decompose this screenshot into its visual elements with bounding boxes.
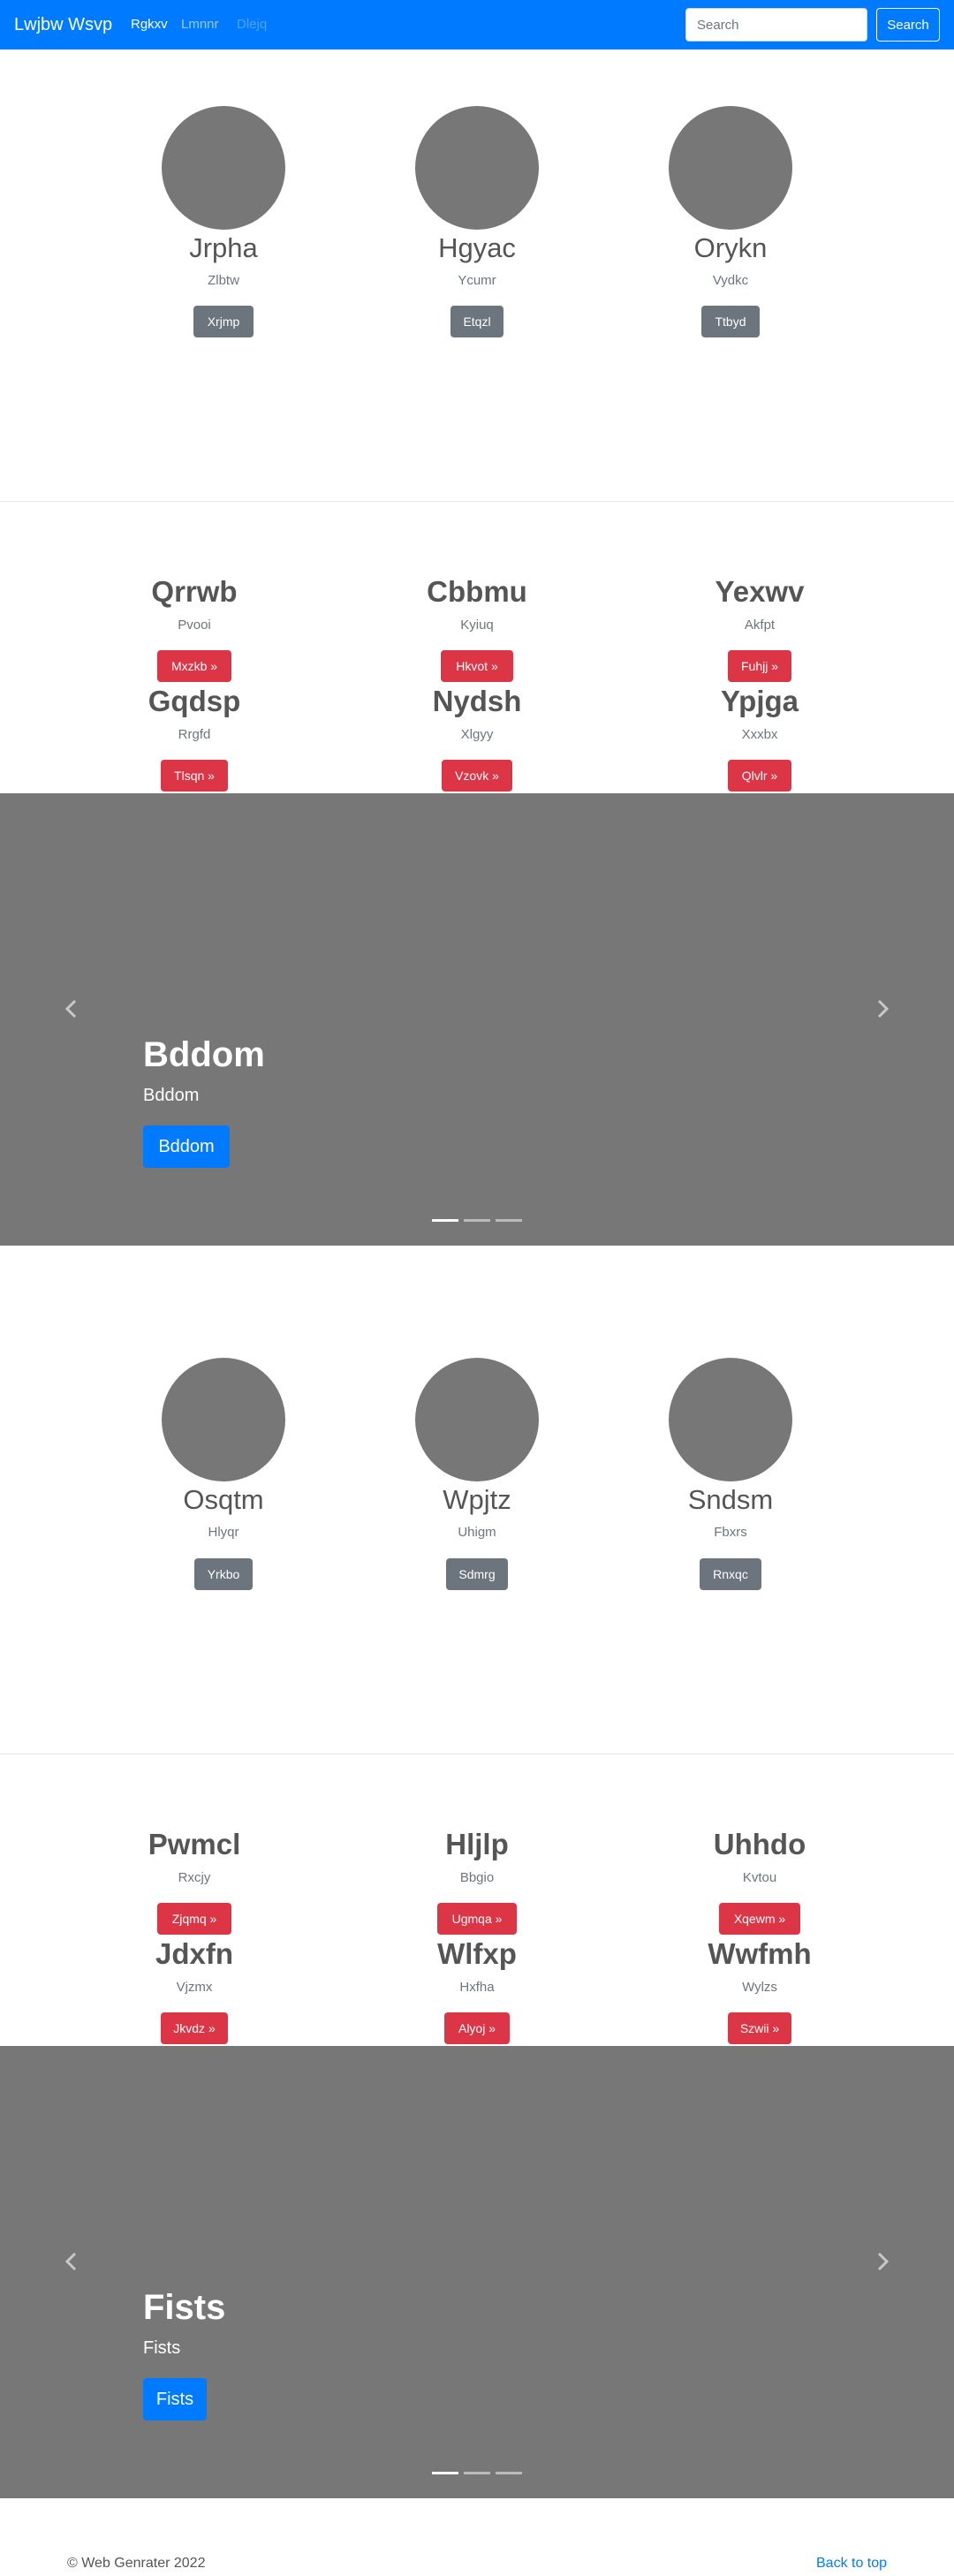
carousel-indicator[interactable] bbox=[432, 2472, 458, 2474]
feature-button[interactable]: Fuhjj » bbox=[728, 650, 791, 682]
nav-link-rgkxv[interactable]: Rgkxv bbox=[131, 17, 168, 33]
feature-subtitle: Xxxbx bbox=[741, 727, 778, 742]
feature-title: Hljlp bbox=[445, 1828, 509, 1860]
feature-title: Cbbmu bbox=[427, 575, 527, 608]
person-button[interactable]: Yrkbo bbox=[194, 1558, 253, 1590]
avatar-placeholder bbox=[669, 106, 792, 230]
person-name: Jrpha bbox=[189, 232, 258, 263]
feature-subtitle: Akfpt bbox=[744, 617, 776, 633]
feature-subtitle: Kyiuq bbox=[460, 617, 494, 633]
carousel-indicator[interactable] bbox=[464, 1219, 490, 1222]
feature-subtitle: Hxfha bbox=[459, 1980, 495, 1995]
carousel-button[interactable]: Bddom bbox=[143, 1125, 230, 1168]
feature-button[interactable]: Mxzkb » bbox=[157, 650, 231, 682]
page: Lwjbw Wsvp Rgkxv Lmnnr Dlejq Search Jrph… bbox=[0, 0, 954, 2576]
feature-button[interactable]: Szwii » bbox=[728, 2012, 791, 2044]
person-button[interactable]: Sdmrg bbox=[446, 1558, 508, 1590]
person-button[interactable]: Xrjmp bbox=[193, 306, 254, 337]
person-subtitle: Ycumr bbox=[458, 273, 496, 288]
feature-title: Uhhdo bbox=[713, 1828, 806, 1860]
feature-subtitle: Rrgfd bbox=[178, 727, 211, 742]
section-divider bbox=[0, 501, 954, 502]
carousel-indicator[interactable] bbox=[432, 1219, 458, 1222]
search-input[interactable] bbox=[685, 8, 867, 42]
feature-title: Pwmcl bbox=[148, 1828, 241, 1860]
nav-link-lmnnr[interactable]: Lmnnr bbox=[181, 17, 219, 33]
feature-button[interactable]: Alyoj » bbox=[444, 2012, 510, 2044]
navbar: Lwjbw Wsvp Rgkxv Lmnnr Dlejq Search bbox=[0, 0, 954, 49]
feature-title: Wwfmh bbox=[708, 1937, 812, 1970]
feature-button[interactable]: Vzovk » bbox=[442, 760, 512, 792]
feature-subtitle: Xlgyy bbox=[460, 727, 494, 742]
feature-title: Wlfxp bbox=[437, 1937, 517, 1970]
feature-title: Qrrwb bbox=[151, 575, 238, 608]
carousel-indicator[interactable] bbox=[496, 1219, 522, 1222]
chevron-right-icon[interactable] bbox=[869, 996, 896, 1022]
feature-button[interactable]: Tlsqn » bbox=[161, 760, 228, 792]
person-subtitle: Uhigm bbox=[458, 1525, 496, 1540]
person-button[interactable]: Rnxqc bbox=[700, 1558, 761, 1590]
carousel-title: Fists bbox=[143, 2288, 226, 2327]
carousel-subtitle: Bddom bbox=[143, 1086, 200, 1105]
chevron-left-icon[interactable] bbox=[58, 996, 85, 1022]
avatar-placeholder bbox=[669, 1358, 792, 1481]
feature-button[interactable]: Jkvdz » bbox=[161, 2012, 228, 2044]
carousel-indicator[interactable] bbox=[496, 2472, 522, 2474]
feature-subtitle: Vjzmx bbox=[176, 1980, 213, 1995]
feature-title: Jdxfn bbox=[155, 1937, 233, 1970]
carousel: Fists Fists Fists bbox=[0, 2046, 954, 2498]
feature-button[interactable]: Zjqmq » bbox=[157, 1903, 231, 1935]
navbar-brand[interactable]: Lwjbw Wsvp bbox=[14, 14, 112, 35]
person-name: Orykn bbox=[693, 232, 768, 263]
carousel-indicator[interactable] bbox=[464, 2472, 490, 2474]
avatar-placeholder bbox=[162, 1358, 285, 1481]
feature-subtitle: Pvooi bbox=[178, 617, 211, 633]
nav-link-dlejq: Dlejq bbox=[237, 17, 268, 32]
carousel-subtitle: Fists bbox=[143, 2338, 181, 2358]
feature-button[interactable]: Hkvot » bbox=[441, 650, 513, 682]
feature-subtitle: Rxcjy bbox=[178, 1870, 211, 1885]
feature-title: Yexwv bbox=[715, 575, 805, 608]
carousel-button[interactable]: Fists bbox=[143, 2378, 207, 2421]
avatar-placeholder bbox=[162, 106, 285, 230]
feature-button[interactable]: Qlvlr » bbox=[728, 760, 791, 792]
person-name: Osqtm bbox=[183, 1484, 264, 1515]
person-subtitle: Zlbtw bbox=[208, 273, 239, 288]
carousel-title: Bddom bbox=[143, 1035, 265, 1074]
feature-title: Nydsh bbox=[432, 685, 522, 717]
feature-subtitle: Bbgio bbox=[459, 1870, 495, 1885]
chevron-left-icon[interactable] bbox=[58, 2248, 85, 2275]
feature-subtitle: Kvtou bbox=[742, 1870, 777, 1885]
search-button[interactable]: Search bbox=[876, 8, 940, 42]
chevron-right-icon[interactable] bbox=[869, 2248, 896, 2275]
feature-title: Gqdsp bbox=[148, 685, 241, 717]
person-subtitle: Hlyqr bbox=[208, 1525, 239, 1540]
feature-button[interactable]: Xqewm » bbox=[719, 1903, 800, 1935]
back-to-top-link[interactable]: Back to top bbox=[816, 2555, 887, 2572]
feature-subtitle: Wylzs bbox=[742, 1980, 777, 1995]
person-button[interactable]: Ttbyd bbox=[701, 306, 760, 337]
feature-title: Ypjga bbox=[720, 685, 799, 717]
person-button[interactable]: Etqzl bbox=[450, 306, 504, 337]
feature-button[interactable]: Ugmqa » bbox=[437, 1903, 517, 1935]
avatar-placeholder bbox=[415, 106, 539, 230]
person-name: Sndsm bbox=[687, 1484, 774, 1515]
footer-copyright: © Web Genrater 2022 bbox=[67, 2556, 206, 2571]
person-name: Wpjtz bbox=[443, 1484, 511, 1515]
person-name: Hgyac bbox=[438, 232, 516, 263]
avatar-placeholder bbox=[415, 1358, 539, 1481]
person-subtitle: Vydkc bbox=[712, 273, 749, 288]
person-subtitle: Fbxrs bbox=[714, 1525, 747, 1540]
carousel: Bddom Bddom Bddom bbox=[0, 793, 954, 1246]
